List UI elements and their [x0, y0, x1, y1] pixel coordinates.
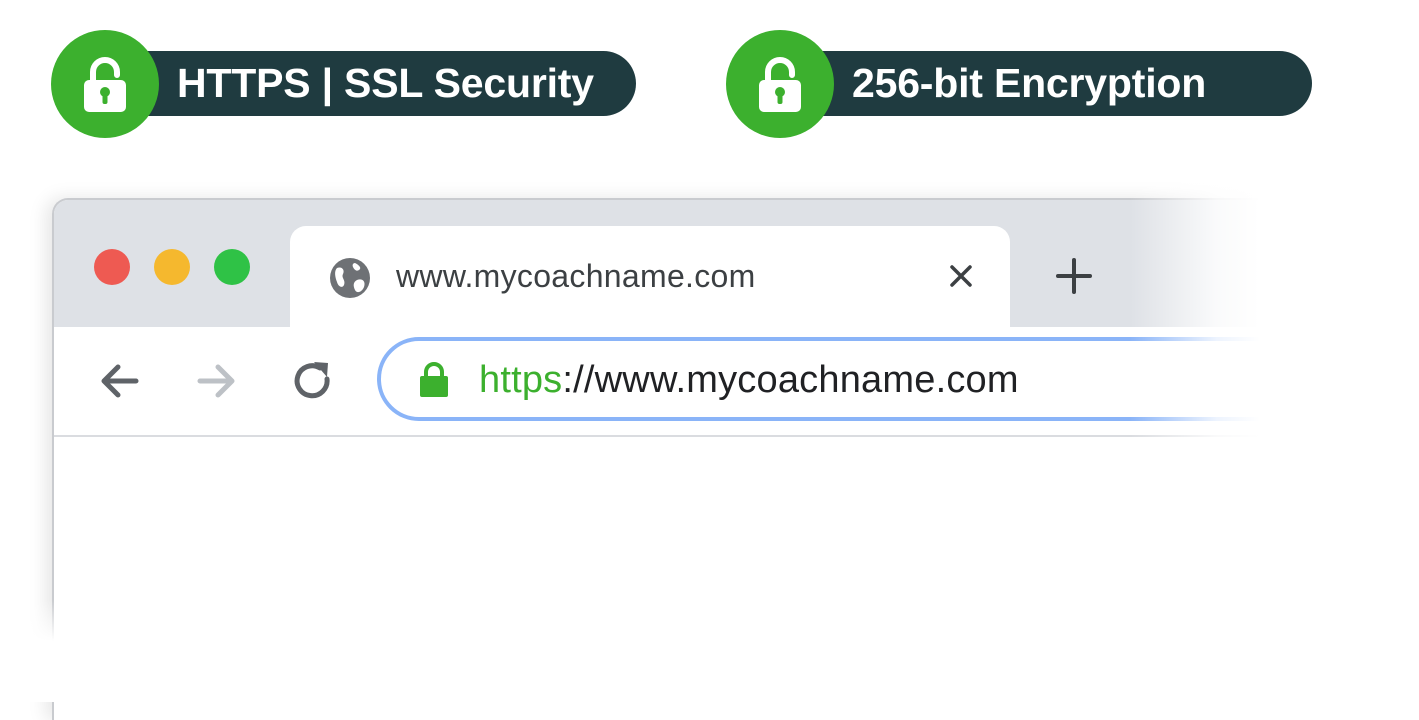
- badge-label: HTTPS | SSL Security: [177, 60, 594, 106]
- reload-icon[interactable]: [288, 357, 336, 405]
- close-icon[interactable]: [945, 260, 977, 292]
- page-content: [54, 437, 1419, 720]
- globe-icon: [330, 258, 370, 298]
- lock-icon: [759, 57, 801, 112]
- lock-icon[interactable]: [417, 360, 451, 398]
- address-bar[interactable]: https://www.mycoachname.com: [377, 337, 1419, 421]
- window-minimize-button[interactable]: [154, 249, 190, 285]
- tab-bar: www.mycoachname.com: [54, 200, 1419, 330]
- badge-circle: [726, 30, 834, 138]
- url-domain: ://www.mycoachname.com: [562, 359, 1019, 401]
- badge-pill: 256-bit Encryption: [766, 51, 1312, 116]
- window-close-button[interactable]: [94, 249, 130, 285]
- toolbar: https://www.mycoachname.com: [54, 327, 1419, 437]
- window-maximize-button[interactable]: [214, 249, 250, 285]
- badge-circle: [51, 30, 159, 138]
- badge-pill: HTTPS | SSL Security: [91, 51, 636, 116]
- arrow-right-icon[interactable]: [192, 357, 240, 405]
- lock-icon: [84, 57, 126, 112]
- browser-window: www.mycoachname.com https://www.mycoachn…: [52, 198, 1419, 720]
- tab-active[interactable]: www.mycoachname.com: [290, 226, 1010, 330]
- arrow-left-icon[interactable]: [96, 357, 144, 405]
- tab-title: www.mycoachname.com: [396, 258, 756, 294]
- plus-icon[interactable]: [1054, 256, 1094, 296]
- badge-label: 256-bit Encryption: [852, 60, 1207, 106]
- url-text[interactable]: https://www.mycoachname.com: [479, 357, 1019, 403]
- url-scheme: https: [479, 359, 563, 401]
